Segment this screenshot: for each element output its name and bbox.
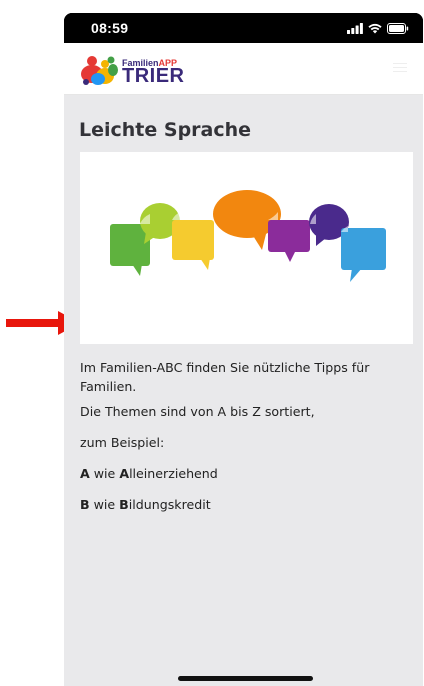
status-bar: 08:59: [64, 13, 423, 43]
hamburger-menu-icon[interactable]: [393, 63, 407, 73]
example-a: A wie Alleinerziehend: [80, 464, 415, 483]
home-indicator[interactable]: [178, 676, 313, 681]
example-intro: zum Beispiel:: [80, 435, 165, 450]
signal-icon: [347, 22, 363, 34]
example-a-initial: A: [119, 466, 130, 481]
example-a-letter: A: [80, 466, 90, 481]
speech-bubbles-icon: [110, 190, 386, 282]
example-b: B wie Bildungskredit: [80, 495, 415, 514]
intro-paragraph: Im Familien-ABC finden Sie nützliche Tip…: [80, 360, 370, 394]
logo-people-icon: [81, 56, 118, 85]
example-a-wie: wie: [89, 466, 120, 481]
speech-bubbles-illustration: [80, 152, 413, 344]
example-b-word: ildungskredit: [128, 497, 211, 512]
example-b-letter: B: [80, 497, 90, 512]
status-time: 08:59: [91, 20, 129, 36]
screenshot-canvas: 08:59 FamilienAPP TRIER Leichte Sprache …: [0, 0, 424, 686]
battery-icon: [387, 22, 409, 34]
example-b-wie: wie: [89, 497, 120, 512]
app-header: FamilienAPP TRIER: [64, 43, 423, 95]
wifi-icon: [368, 23, 382, 33]
example-a-word: lleinerziehend: [129, 466, 218, 481]
sort-paragraph: Die Themen sind von A bis Z sortiert,: [80, 404, 315, 419]
app-logo[interactable]: FamilienAPP TRIER: [78, 52, 198, 88]
status-icons: [347, 22, 409, 34]
page-content: Leichte Sprache Im Familien-ABC finden S…: [64, 95, 423, 686]
phone-screen: 08:59 FamilienAPP TRIER Leichte Sprache …: [64, 13, 423, 686]
page-title: Leichte Sprache: [79, 119, 252, 141]
logo-title: TRIER: [122, 65, 185, 87]
example-b-initial: B: [119, 497, 129, 512]
